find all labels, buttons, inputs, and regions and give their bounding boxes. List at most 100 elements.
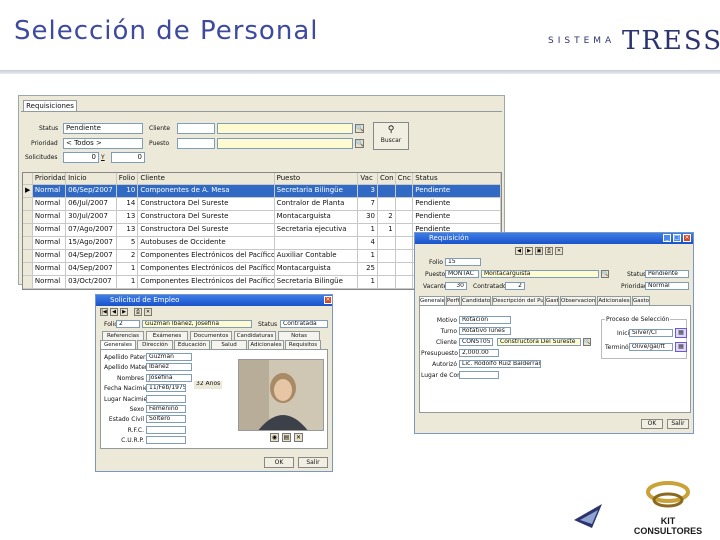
- maximize-icon[interactable]: □: [673, 234, 681, 242]
- proceso-termino-input[interactable]: Olive/gal/ft: [629, 343, 673, 351]
- prev-record-icon[interactable]: ◀: [110, 308, 118, 316]
- row-selector[interactable]: [23, 224, 33, 236]
- close-icon[interactable]: ×: [324, 296, 332, 304]
- table-row[interactable]: ▶ Normal 06/Sep/2007 10 Componentes de A. Me…: [23, 185, 501, 198]
- first-record-icon[interactable]: |◀: [100, 308, 108, 316]
- buscar-button[interactable]: ⚲ Buscar: [373, 122, 409, 150]
- row-selector[interactable]: [23, 276, 33, 288]
- puesto-lookup-icon[interactable]: 🔍: [601, 270, 609, 278]
- column-header[interactable]: Cliente: [138, 173, 275, 184]
- solicitud-status-select[interactable]: Contratada: [280, 320, 328, 328]
- solicitud-exit-button[interactable]: Salir: [298, 457, 328, 468]
- next-record-icon[interactable]: ▶: [525, 247, 533, 255]
- solicitud-tab[interactable]: Dirección: [137, 340, 173, 349]
- table-row[interactable]: Normal 06/Jul/2007 14 Constructora Del Sure…: [23, 198, 501, 211]
- column-header[interactable]: Status: [413, 173, 501, 184]
- close-icon[interactable]: ×: [683, 234, 691, 242]
- cliente-lookup-icon[interactable]: 🔍: [583, 338, 591, 346]
- solicitud-tab[interactable]: Educación: [174, 340, 210, 349]
- tab-requisiciones[interactable]: Requisiciones: [23, 100, 77, 111]
- solicitud-field-input[interactable]: 11/Feb/1975: [146, 384, 186, 393]
- delete-photo-icon[interactable]: ✕: [294, 433, 303, 442]
- requisicion-tab[interactable]: Candidatos: [461, 296, 491, 305]
- proceso-inicio-calendar-icon[interactable]: ▦: [675, 328, 687, 338]
- solicitud-field-input[interactable]: [146, 436, 186, 445]
- solicitud-field-input[interactable]: [146, 425, 186, 434]
- row-selector[interactable]: [23, 263, 33, 275]
- solicitud-ok-button[interactable]: OK: [264, 457, 294, 468]
- requisicion-field-input[interactable]: Rotación: [459, 316, 511, 324]
- column-header[interactable]: Folio: [117, 173, 139, 184]
- column-header[interactable]: Inicio: [66, 173, 117, 184]
- requisicion-field-input[interactable]: [459, 371, 499, 379]
- requisicion-tab[interactable]: Descripción del Puesto: [492, 296, 544, 305]
- requisicion-tab[interactable]: Adicionales: [597, 296, 631, 305]
- requisicion-field-input[interactable]: CONST05: [459, 338, 493, 346]
- requisicion-exit-button[interactable]: Salir: [667, 419, 689, 429]
- print-icon[interactable]: ⎙: [134, 308, 142, 316]
- solicitud-field-input[interactable]: Guzmán: [146, 353, 192, 361]
- save-icon[interactable]: ▣: [535, 247, 543, 255]
- solicitud-field-input[interactable]: Ibáñez: [146, 363, 192, 372]
- requisicion-ok-button[interactable]: OK: [641, 419, 663, 429]
- column-header[interactable]: Con: [378, 173, 396, 184]
- status-select[interactable]: Pendiente: [63, 123, 143, 134]
- row-selector[interactable]: [23, 211, 33, 223]
- requisicion-field-input[interactable]: Lic. Rodolfo Ruiz Balderrama: [459, 360, 541, 368]
- req-puesto-code-input[interactable]: MONTAC: [445, 270, 479, 278]
- proceso-termino-calendar-icon[interactable]: ▦: [675, 342, 687, 352]
- req-cliente-name-field[interactable]: Constructora Del Sureste: [497, 338, 581, 346]
- solicitud-tab[interactable]: Referencias: [102, 331, 144, 340]
- delete-icon[interactable]: ✕: [555, 247, 563, 255]
- row-selector[interactable]: [23, 198, 33, 210]
- solicitud-tab[interactable]: Generales: [100, 340, 136, 349]
- requisicion-tab[interactable]: Gastos: [545, 296, 559, 305]
- solicitud-tab[interactable]: Exámenes: [146, 331, 188, 340]
- minimize-icon[interactable]: _: [663, 234, 671, 242]
- requisicion-tab[interactable]: Generales: [419, 296, 445, 305]
- column-header[interactable]: Puesto: [275, 173, 359, 184]
- column-header[interactable]: Cnc: [396, 173, 414, 184]
- solicitud-tab[interactable]: Documentos: [190, 331, 232, 340]
- delete-icon[interactable]: ✕: [144, 308, 152, 316]
- req-puesto-name-input[interactable]: Montacarguista: [481, 270, 599, 278]
- req-folio-input[interactable]: 15: [445, 258, 481, 266]
- solicitud-tab[interactable]: Adicionales: [248, 340, 284, 349]
- prev-record-icon[interactable]: ◀: [515, 247, 523, 255]
- solicitud-tab[interactable]: Requisitos: [285, 340, 321, 349]
- folder-icon[interactable]: ▤: [282, 433, 291, 442]
- column-header[interactable]: Prioridad: [33, 173, 67, 184]
- requisicion-tab[interactable]: Perfil: [446, 296, 460, 305]
- req-vacantes-input[interactable]: 30: [445, 282, 467, 290]
- requisicion-tab[interactable]: Observaciones: [560, 296, 596, 305]
- prioridad-select[interactable]: < Todos >: [63, 138, 143, 149]
- requisicion-tab[interactable]: Gastos: [632, 296, 650, 305]
- req-status-select[interactable]: Pendiente: [645, 270, 689, 278]
- req-prioridad-select[interactable]: Normal: [645, 282, 689, 290]
- row-selector[interactable]: [23, 250, 33, 262]
- solicitud-field-input[interactable]: [146, 394, 186, 403]
- solicitud-field-input[interactable]: Soltero: [146, 415, 186, 424]
- camera-icon[interactable]: ◉: [270, 433, 279, 442]
- print-icon[interactable]: ⎙: [545, 247, 553, 255]
- puesto-code-input[interactable]: [177, 138, 215, 149]
- puesto-lookup-icon[interactable]: 🔍: [355, 139, 364, 148]
- solicitud-tab[interactable]: Candidaturas: [234, 331, 276, 340]
- solicitudes-from-input[interactable]: 0: [63, 152, 99, 163]
- solicitud-tab[interactable]: Notas: [278, 331, 320, 340]
- proceso-inicio-input[interactable]: Silver/Cl: [629, 329, 673, 337]
- solicitud-tab[interactable]: Salud: [211, 340, 247, 349]
- column-header[interactable]: Vac: [358, 173, 379, 184]
- solicitud-field-input[interactable]: Femenino: [146, 405, 186, 413]
- req-contratados-input[interactable]: 2: [505, 282, 525, 290]
- puesto-name-input[interactable]: [217, 138, 353, 149]
- cliente-name-input[interactable]: [217, 123, 353, 134]
- row-pointer-icon[interactable]: ▶: [23, 185, 33, 197]
- requisicion-field-input[interactable]: Rotativo lunes: [459, 327, 511, 335]
- next-record-icon[interactable]: ▶: [120, 308, 128, 316]
- cliente-lookup-icon[interactable]: 🔍: [355, 124, 364, 133]
- table-row[interactable]: Normal 30/Jul/2007 13 Constructora Del Sure…: [23, 211, 501, 224]
- cliente-code-input[interactable]: [177, 123, 215, 134]
- requisicion-field-input[interactable]: 2,000.00: [459, 349, 499, 357]
- row-selector[interactable]: [23, 237, 33, 249]
